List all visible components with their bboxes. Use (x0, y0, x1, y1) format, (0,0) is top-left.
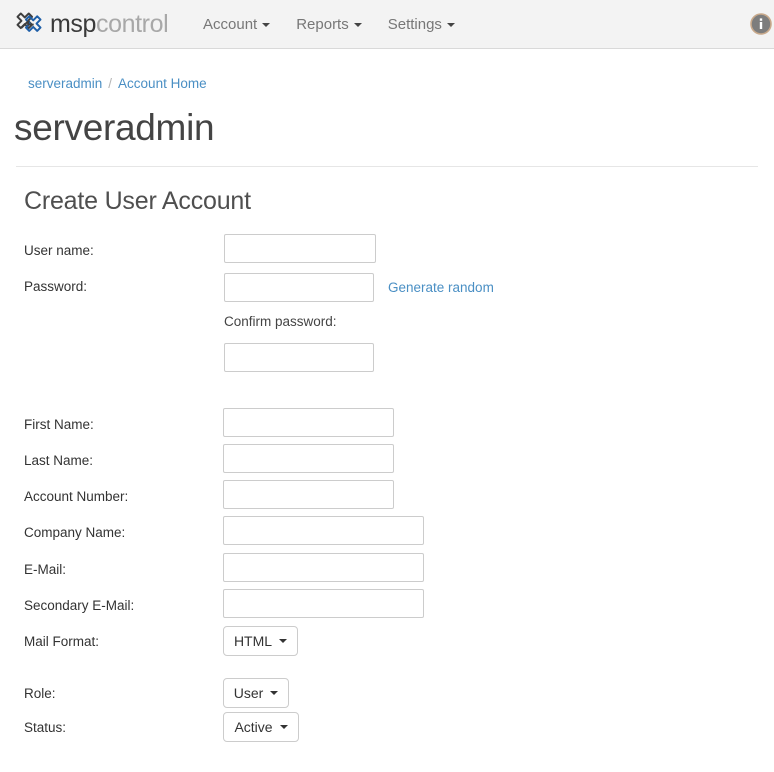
label-role: Role: (24, 686, 56, 701)
nav-item-account-label: Account (203, 16, 258, 33)
nav-item-reports[interactable]: Reports (283, 0, 375, 49)
nav-item-reports-label: Reports (296, 16, 349, 33)
password-input[interactable] (224, 273, 374, 302)
first-name-input[interactable] (223, 408, 394, 437)
breadcrumb-item-serveradmin[interactable]: serveradmin (28, 76, 102, 91)
info-circle-icon[interactable] (750, 13, 772, 35)
brand-logo-link[interactable]: mspcontrol (14, 8, 169, 41)
nav-item-settings-label: Settings (387, 16, 442, 33)
nav-item-account[interactable]: Account (190, 0, 283, 49)
label-username: User name: (24, 243, 94, 258)
company-name-input[interactable] (223, 516, 424, 545)
role-dropdown[interactable]: User (223, 678, 289, 708)
label-mail-format: Mail Format: (24, 634, 100, 649)
last-name-input[interactable] (223, 444, 394, 473)
page-title: serveradmin (14, 107, 215, 148)
chevron-down-icon (353, 23, 362, 27)
nav-menu: Account Reports Settings (190, 0, 468, 49)
label-last-name: Last Name: (24, 453, 94, 468)
status-dropdown-value: Active (234, 719, 273, 735)
brand-text-primary: msp (50, 10, 97, 38)
confirm-password-input[interactable] (224, 343, 374, 372)
role-dropdown-value: User (233, 685, 264, 701)
username-input[interactable] (224, 234, 376, 263)
chevron-down-icon (279, 639, 288, 643)
label-password: Password: (24, 279, 88, 294)
breadcrumb-item-account-home[interactable]: Account Home (118, 76, 207, 91)
brand-text-secondary: control (96, 10, 169, 38)
section-heading-create-user-account: Create User Account (24, 187, 251, 215)
label-first-name: First Name: (24, 417, 94, 432)
mspcontrol-logo-icon (14, 10, 44, 40)
generate-random-password-link[interactable]: Generate random (388, 280, 494, 295)
email-input[interactable] (223, 553, 424, 582)
label-email: E-Mail: (24, 562, 67, 577)
breadcrumb-separator: / (108, 76, 113, 91)
label-secondary-email: Secondary E-Mail: (24, 598, 135, 613)
nav-item-settings[interactable]: Settings (375, 0, 468, 49)
breadcrumb: serveradmin / Account Home (28, 76, 207, 91)
label-account-number: Account Number: (24, 489, 129, 504)
chevron-down-icon (279, 725, 288, 729)
label-company-name: Company Name: (24, 525, 126, 540)
brand-text: mspcontrol (50, 10, 169, 38)
status-dropdown[interactable]: Active (223, 712, 299, 742)
mail-format-dropdown[interactable]: HTML (223, 626, 298, 656)
mail-format-dropdown-value: HTML (233, 633, 273, 649)
title-divider (16, 166, 758, 167)
chevron-down-icon (262, 23, 271, 27)
chevron-down-icon (270, 691, 279, 695)
label-status: Status: (24, 720, 67, 735)
label-confirm-password: Confirm password: (224, 314, 337, 329)
account-number-input[interactable] (223, 480, 394, 509)
chevron-down-icon (446, 23, 455, 27)
top-navigation-bar: mspcontrol Account Reports Settings (0, 0, 774, 49)
secondary-email-input[interactable] (223, 589, 424, 618)
